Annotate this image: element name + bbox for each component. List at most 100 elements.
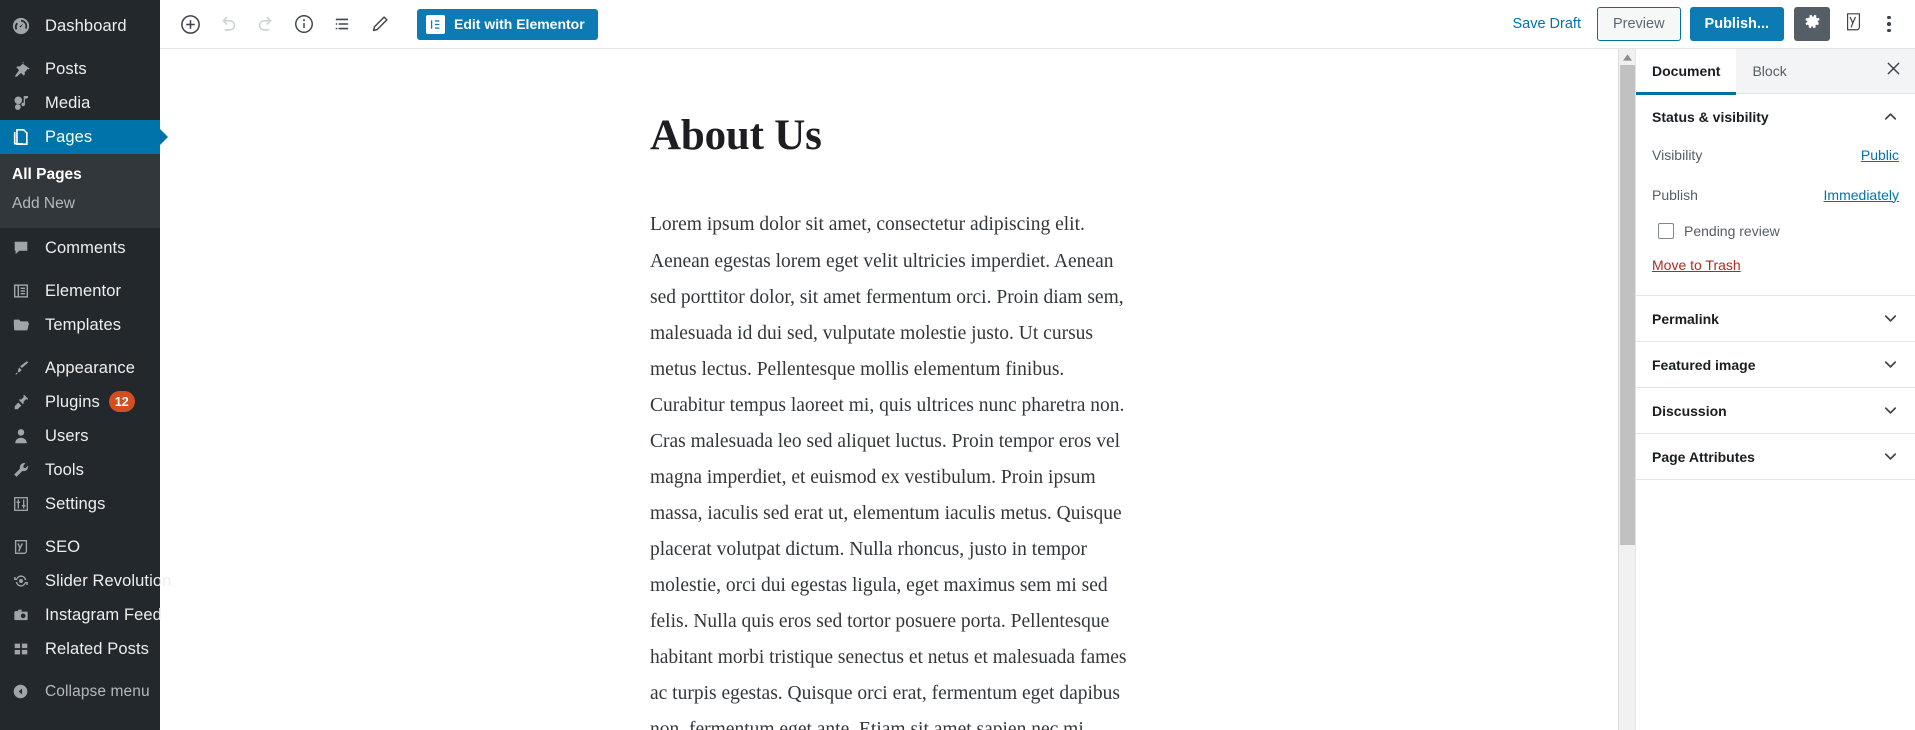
- page-scrollbar[interactable]: [1618, 49, 1635, 730]
- edit-pencil-button[interactable]: [361, 5, 399, 43]
- sidebar-top-spacer: [0, 0, 160, 9]
- publish-button[interactable]: Publish...: [1689, 7, 1784, 41]
- settings-tabs: Document Block: [1636, 48, 1915, 95]
- tab-label: Document: [1652, 63, 1721, 79]
- visibility-value-button[interactable]: Public: [1861, 147, 1899, 163]
- publish-value-button[interactable]: Immediately: [1824, 187, 1899, 203]
- user-icon: [12, 426, 36, 446]
- admin-sidebar: Dashboard Posts Media Pages All Pages Ad…: [0, 0, 171, 730]
- content-structure-button[interactable]: [285, 5, 323, 43]
- sidebar-item-posts[interactable]: Posts: [0, 52, 160, 86]
- tab-document[interactable]: Document: [1636, 48, 1737, 95]
- sidebar-subitem-label: All Pages: [12, 166, 82, 183]
- sidebar-item-pages[interactable]: Pages: [0, 120, 168, 154]
- pages-icon: [12, 127, 36, 147]
- sidebar-item-media[interactable]: Media: [0, 86, 160, 120]
- save-draft-button[interactable]: Save Draft: [1500, 16, 1593, 32]
- panel-featured-image-header[interactable]: Featured image: [1636, 342, 1915, 387]
- sidebar-item-templates[interactable]: Templates: [0, 308, 160, 342]
- sidebar-item-label: Plugins: [45, 392, 100, 411]
- sidebar-item-elementor[interactable]: Elementor: [0, 274, 160, 308]
- chevron-down-icon: [1882, 402, 1899, 419]
- panel-discussion-header[interactable]: Discussion: [1636, 388, 1915, 433]
- yoast-seo-button[interactable]: [1838, 7, 1868, 41]
- sidebar-item-appearance[interactable]: Appearance: [0, 351, 160, 385]
- publish-row: Publish Immediately: [1652, 179, 1899, 210]
- preview-button[interactable]: Preview: [1596, 7, 1681, 41]
- sidebar-item-slider-revolution[interactable]: Slider Revolution: [0, 564, 171, 598]
- sidebar-subitem-label: Add New: [12, 194, 75, 212]
- plug-icon: [12, 392, 36, 412]
- sidebar-subitem-all-pages[interactable]: All Pages: [0, 161, 160, 190]
- edit-with-elementor-label: Edit with Elementor: [454, 16, 585, 32]
- sidebar-item-seo[interactable]: SEO: [0, 530, 160, 564]
- panel-page-attributes: Page Attributes: [1636, 434, 1915, 480]
- sidebar-item-dashboard[interactable]: Dashboard: [0, 9, 160, 43]
- sidebar-item-settings[interactable]: Settings: [0, 487, 160, 521]
- redo-button[interactable]: [247, 5, 285, 43]
- sliders-icon: [12, 494, 36, 514]
- panel-discussion: Discussion: [1636, 388, 1915, 434]
- sidebar-item-label: Media: [45, 93, 91, 112]
- kebab-dot: [1887, 22, 1891, 26]
- folder-icon: [12, 315, 36, 335]
- sidebar-item-comments[interactable]: Comments: [0, 231, 160, 265]
- sidebar-subitem-add-new[interactable]: Add New: [0, 190, 160, 219]
- dashboard-icon: [12, 16, 36, 36]
- sidebar-item-plugins[interactable]: Plugins 12: [0, 385, 160, 419]
- paragraph-block[interactable]: Lorem ipsum dolor sit amet, consectetur …: [160, 160, 1140, 730]
- pending-review-label: Pending review: [1684, 223, 1780, 239]
- pin-icon: [12, 59, 36, 79]
- settings-sidebar-filler: [1636, 480, 1915, 730]
- sidebar-item-label: Users: [45, 426, 89, 445]
- grid-icon: [12, 639, 36, 659]
- pending-review-checkbox[interactable]: [1658, 223, 1674, 239]
- sidebar-item-label: Appearance: [45, 358, 135, 377]
- panel-permalink-header[interactable]: Permalink: [1636, 296, 1915, 341]
- sidebar-item-tools[interactable]: Tools: [0, 453, 160, 487]
- gear-icon: [1803, 12, 1822, 36]
- slider-revolution-icon: [12, 571, 36, 591]
- sidebar-item-users[interactable]: Users: [0, 419, 160, 453]
- panel-page-attributes-header[interactable]: Page Attributes: [1636, 434, 1915, 479]
- chevron-down-icon: [1882, 448, 1899, 465]
- sidebar-group-divider: [0, 521, 160, 530]
- panel-status-visibility-body: Visibility Public Publish Immediately Pe…: [1636, 139, 1915, 295]
- post-content-area: About Us Lorem ipsum dolor sit amet, con…: [160, 49, 1618, 730]
- sidebar-item-label: Comments: [45, 238, 126, 257]
- panel-permalink: Permalink: [1636, 296, 1915, 342]
- sidebar-item-label: Related Posts: [45, 639, 150, 658]
- sidebar-item-instagram-feed[interactable]: Instagram Feed: [0, 598, 162, 632]
- page-title[interactable]: About Us: [160, 111, 1618, 160]
- sidebar-item-label: Pages: [45, 127, 93, 146]
- wp-admin-page: Dashboard Posts Media Pages All Pages Ad…: [0, 0, 1915, 730]
- close-icon: [1886, 61, 1901, 81]
- sidebar-item-label: Templates: [45, 315, 122, 334]
- scrollbar-thumb[interactable]: [1620, 65, 1635, 545]
- block-navigation-button[interactable]: [323, 5, 361, 43]
- tab-block[interactable]: Block: [1736, 49, 1802, 94]
- collapse-menu-button[interactable]: Collapse menu: [0, 675, 160, 709]
- panel-status-visibility-header[interactable]: Status & visibility: [1636, 94, 1915, 139]
- editor-canvas[interactable]: About Us Lorem ipsum dolor sit amet, con…: [160, 49, 1618, 730]
- elementor-icon: [426, 14, 445, 34]
- sidebar-item-related-posts[interactable]: Related Posts: [0, 632, 160, 666]
- move-to-trash-button[interactable]: Move to Trash: [1652, 257, 1741, 273]
- editor-main: Edit with Elementor Save Draft Preview P…: [160, 0, 1915, 730]
- sidebar-item-label: Elementor: [45, 281, 122, 300]
- camera-icon: [12, 605, 36, 625]
- more-options-button[interactable]: [1874, 7, 1904, 41]
- kebab-dot: [1887, 15, 1891, 20]
- undo-button[interactable]: [209, 5, 247, 43]
- plugins-update-badge: 12: [108, 391, 135, 413]
- sidebar-group-divider: [0, 342, 160, 351]
- comment-icon: [12, 238, 36, 258]
- sidebar-submenu-pages: All Pages Add New: [0, 154, 160, 228]
- add-block-button[interactable]: [171, 5, 209, 43]
- panel-featured-image: Featured image: [1636, 342, 1915, 388]
- settings-gear-button[interactable]: [1794, 7, 1830, 41]
- pending-review-row: Pending review: [1658, 223, 1899, 239]
- close-settings-button[interactable]: [1871, 49, 1915, 94]
- scroll-up-arrow-icon[interactable]: [1619, 51, 1636, 64]
- edit-with-elementor-button[interactable]: Edit with Elementor: [417, 8, 598, 40]
